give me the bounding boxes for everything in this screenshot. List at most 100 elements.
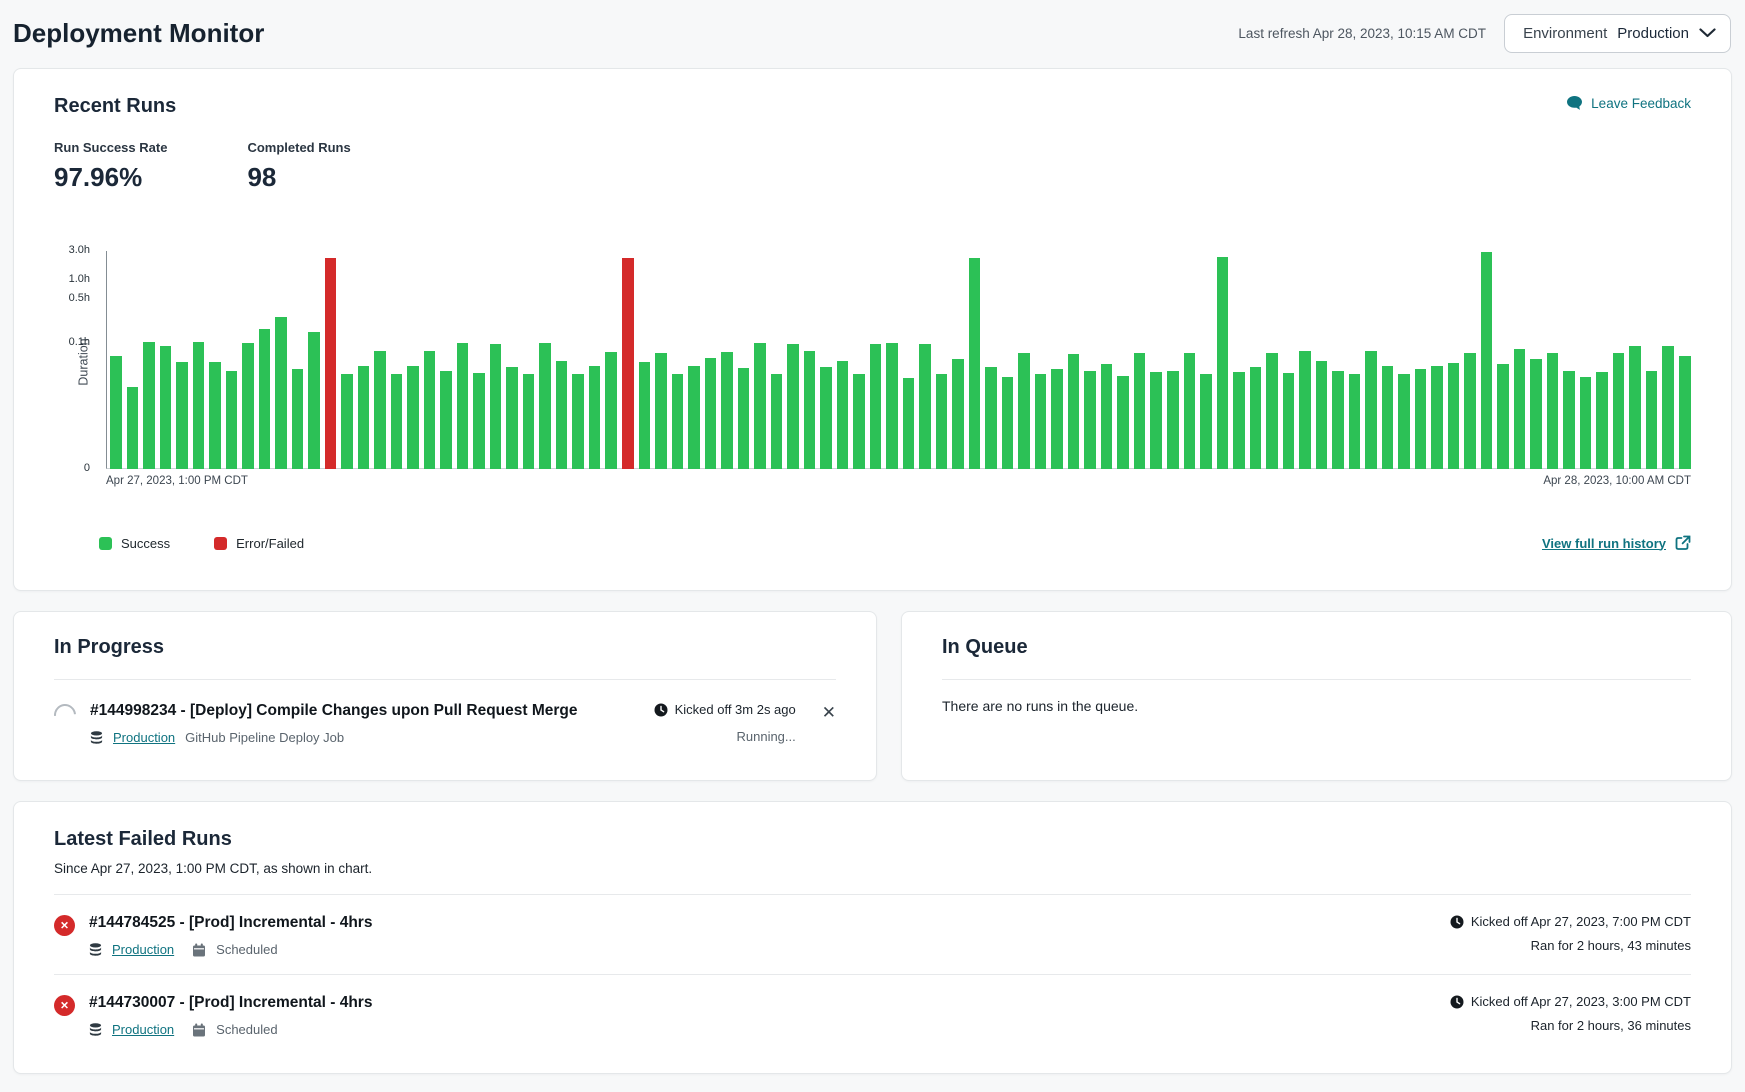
chart-bar-success[interactable]	[1002, 377, 1014, 469]
chart-bar-success[interactable]	[870, 344, 882, 469]
chart-bar-success[interactable]	[1679, 356, 1691, 469]
chart-bar-failed[interactable]	[622, 258, 634, 469]
chart-bar-success[interactable]	[1398, 374, 1410, 469]
chart-bar-success[interactable]	[1101, 364, 1113, 469]
chart-bar-success[interactable]	[1547, 353, 1559, 469]
chart-bar-success[interactable]	[1018, 353, 1030, 469]
chart-bar-success[interactable]	[1184, 353, 1196, 469]
chart-bar-success[interactable]	[919, 344, 931, 469]
chart-bar-success[interactable]	[1596, 372, 1608, 469]
chart-bar-success[interactable]	[688, 366, 700, 469]
chart-bar-success[interactable]	[407, 366, 419, 469]
chart-bar-success[interactable]	[440, 371, 452, 469]
chart-bar-success[interactable]	[1431, 366, 1443, 469]
chart-bar-success[interactable]	[374, 351, 386, 469]
chart-bar-failed[interactable]	[325, 258, 337, 469]
chart-bar-success[interactable]	[539, 343, 551, 469]
chart-bar-success[interactable]	[985, 367, 997, 469]
chart-bar-success[interactable]	[1332, 371, 1344, 469]
chart-bar-success[interactable]	[738, 368, 750, 469]
chart-bar-success[interactable]	[176, 362, 188, 469]
chart-bar-success[interactable]	[1349, 374, 1361, 469]
chart-bar-success[interactable]	[1217, 257, 1229, 469]
chart-bar-success[interactable]	[1134, 353, 1146, 469]
chart-bar-success[interactable]	[127, 387, 139, 469]
chart-bar-success[interactable]	[1580, 377, 1592, 469]
chart-bar-success[interactable]	[1299, 351, 1311, 469]
chart-bar-success[interactable]	[259, 329, 271, 469]
chart-bar-success[interactable]	[1497, 364, 1509, 469]
chart-bar-success[interactable]	[837, 361, 849, 469]
chart-bar-success[interactable]	[820, 367, 832, 469]
chart-bar-success[interactable]	[655, 353, 667, 469]
chart-bar-success[interactable]	[292, 369, 304, 469]
chart-bar-success[interactable]	[1563, 371, 1575, 469]
chart-bar-success[interactable]	[1514, 349, 1526, 469]
chart-bar-success[interactable]	[1365, 351, 1377, 469]
chart-bar-success[interactable]	[1200, 374, 1212, 469]
chart-bar-success[interactable]	[226, 371, 238, 469]
chart-bar-success[interactable]	[721, 352, 733, 469]
chart-bar-success[interactable]	[490, 344, 502, 469]
chart-bar-success[interactable]	[886, 343, 898, 469]
chart-bar-success[interactable]	[1167, 371, 1179, 469]
chart-bar-success[interactable]	[1662, 346, 1674, 469]
chart-bar-success[interactable]	[771, 374, 783, 469]
chart-bar-success[interactable]	[1530, 359, 1542, 469]
chart-bar-success[interactable]	[308, 332, 320, 469]
chart-bar-success[interactable]	[1316, 361, 1328, 469]
chart-bar-success[interactable]	[1250, 367, 1262, 469]
chart-bar-success[interactable]	[209, 362, 221, 469]
chart-bar-success[interactable]	[1448, 363, 1460, 469]
in-progress-environment-link[interactable]: Production	[113, 730, 175, 745]
chart-bar-success[interactable]	[787, 344, 799, 469]
chart-bar-success[interactable]	[473, 373, 485, 469]
chart-bar-success[interactable]	[1150, 372, 1162, 469]
chart-bar-success[interactable]	[1613, 353, 1625, 469]
chart-bar-success[interactable]	[589, 366, 601, 469]
chart-bar-success[interactable]	[1415, 369, 1427, 469]
chart-bar-success[interactable]	[160, 346, 172, 469]
chart-bar-success[interactable]	[275, 317, 287, 469]
view-full-run-history-link[interactable]: View full run history	[1542, 535, 1691, 551]
chart-bar-success[interactable]	[672, 374, 684, 469]
chart-bar-success[interactable]	[242, 343, 254, 469]
chart-bar-success[interactable]	[1481, 252, 1493, 469]
chart-bar-success[interactable]	[705, 358, 717, 469]
chart-bar-success[interactable]	[193, 342, 205, 469]
chart-bar-success[interactable]	[391, 374, 403, 469]
chart-bar-success[interactable]	[572, 374, 584, 469]
chart-bar-success[interactable]	[1266, 353, 1278, 469]
chart-bar-success[interactable]	[1084, 371, 1096, 469]
chart-bar-success[interactable]	[903, 378, 915, 469]
chart-bar-success[interactable]	[424, 351, 436, 469]
chart-bar-success[interactable]	[110, 356, 122, 469]
chart-bar-success[interactable]	[952, 359, 964, 469]
chart-bar-success[interactable]	[1646, 371, 1658, 469]
chart-bar-success[interactable]	[1382, 366, 1394, 469]
chart-bar-success[interactable]	[969, 258, 981, 469]
chart-bar-success[interactable]	[341, 374, 353, 469]
leave-feedback-link[interactable]: Leave Feedback	[1566, 95, 1691, 111]
chart-bar-success[interactable]	[143, 342, 155, 469]
chart-bar-success[interactable]	[936, 374, 948, 469]
failed-run-environment-link[interactable]: Production	[112, 1022, 174, 1037]
chart-bar-success[interactable]	[1629, 346, 1641, 469]
chart-bar-success[interactable]	[754, 343, 766, 469]
chart-bar-success[interactable]	[1283, 373, 1295, 469]
chart-bar-success[interactable]	[853, 374, 865, 469]
chart-bar-success[interactable]	[605, 352, 617, 469]
failed-run-environment-link[interactable]: Production	[112, 942, 174, 957]
environment-dropdown[interactable]: Environment Production	[1504, 14, 1731, 53]
chart-bar-success[interactable]	[639, 362, 651, 469]
chart-bar-success[interactable]	[1051, 369, 1063, 469]
chart-bar-success[interactable]	[506, 367, 518, 469]
chart-bar-success[interactable]	[556, 361, 568, 469]
close-icon[interactable]: ✕	[822, 704, 836, 721]
chart-bar-success[interactable]	[1035, 374, 1047, 469]
chart-bar-success[interactable]	[523, 374, 535, 469]
chart-bar-success[interactable]	[1117, 376, 1129, 469]
chart-bar-success[interactable]	[457, 343, 469, 469]
chart-bar-success[interactable]	[1464, 353, 1476, 469]
chart-bar-success[interactable]	[1068, 354, 1080, 469]
